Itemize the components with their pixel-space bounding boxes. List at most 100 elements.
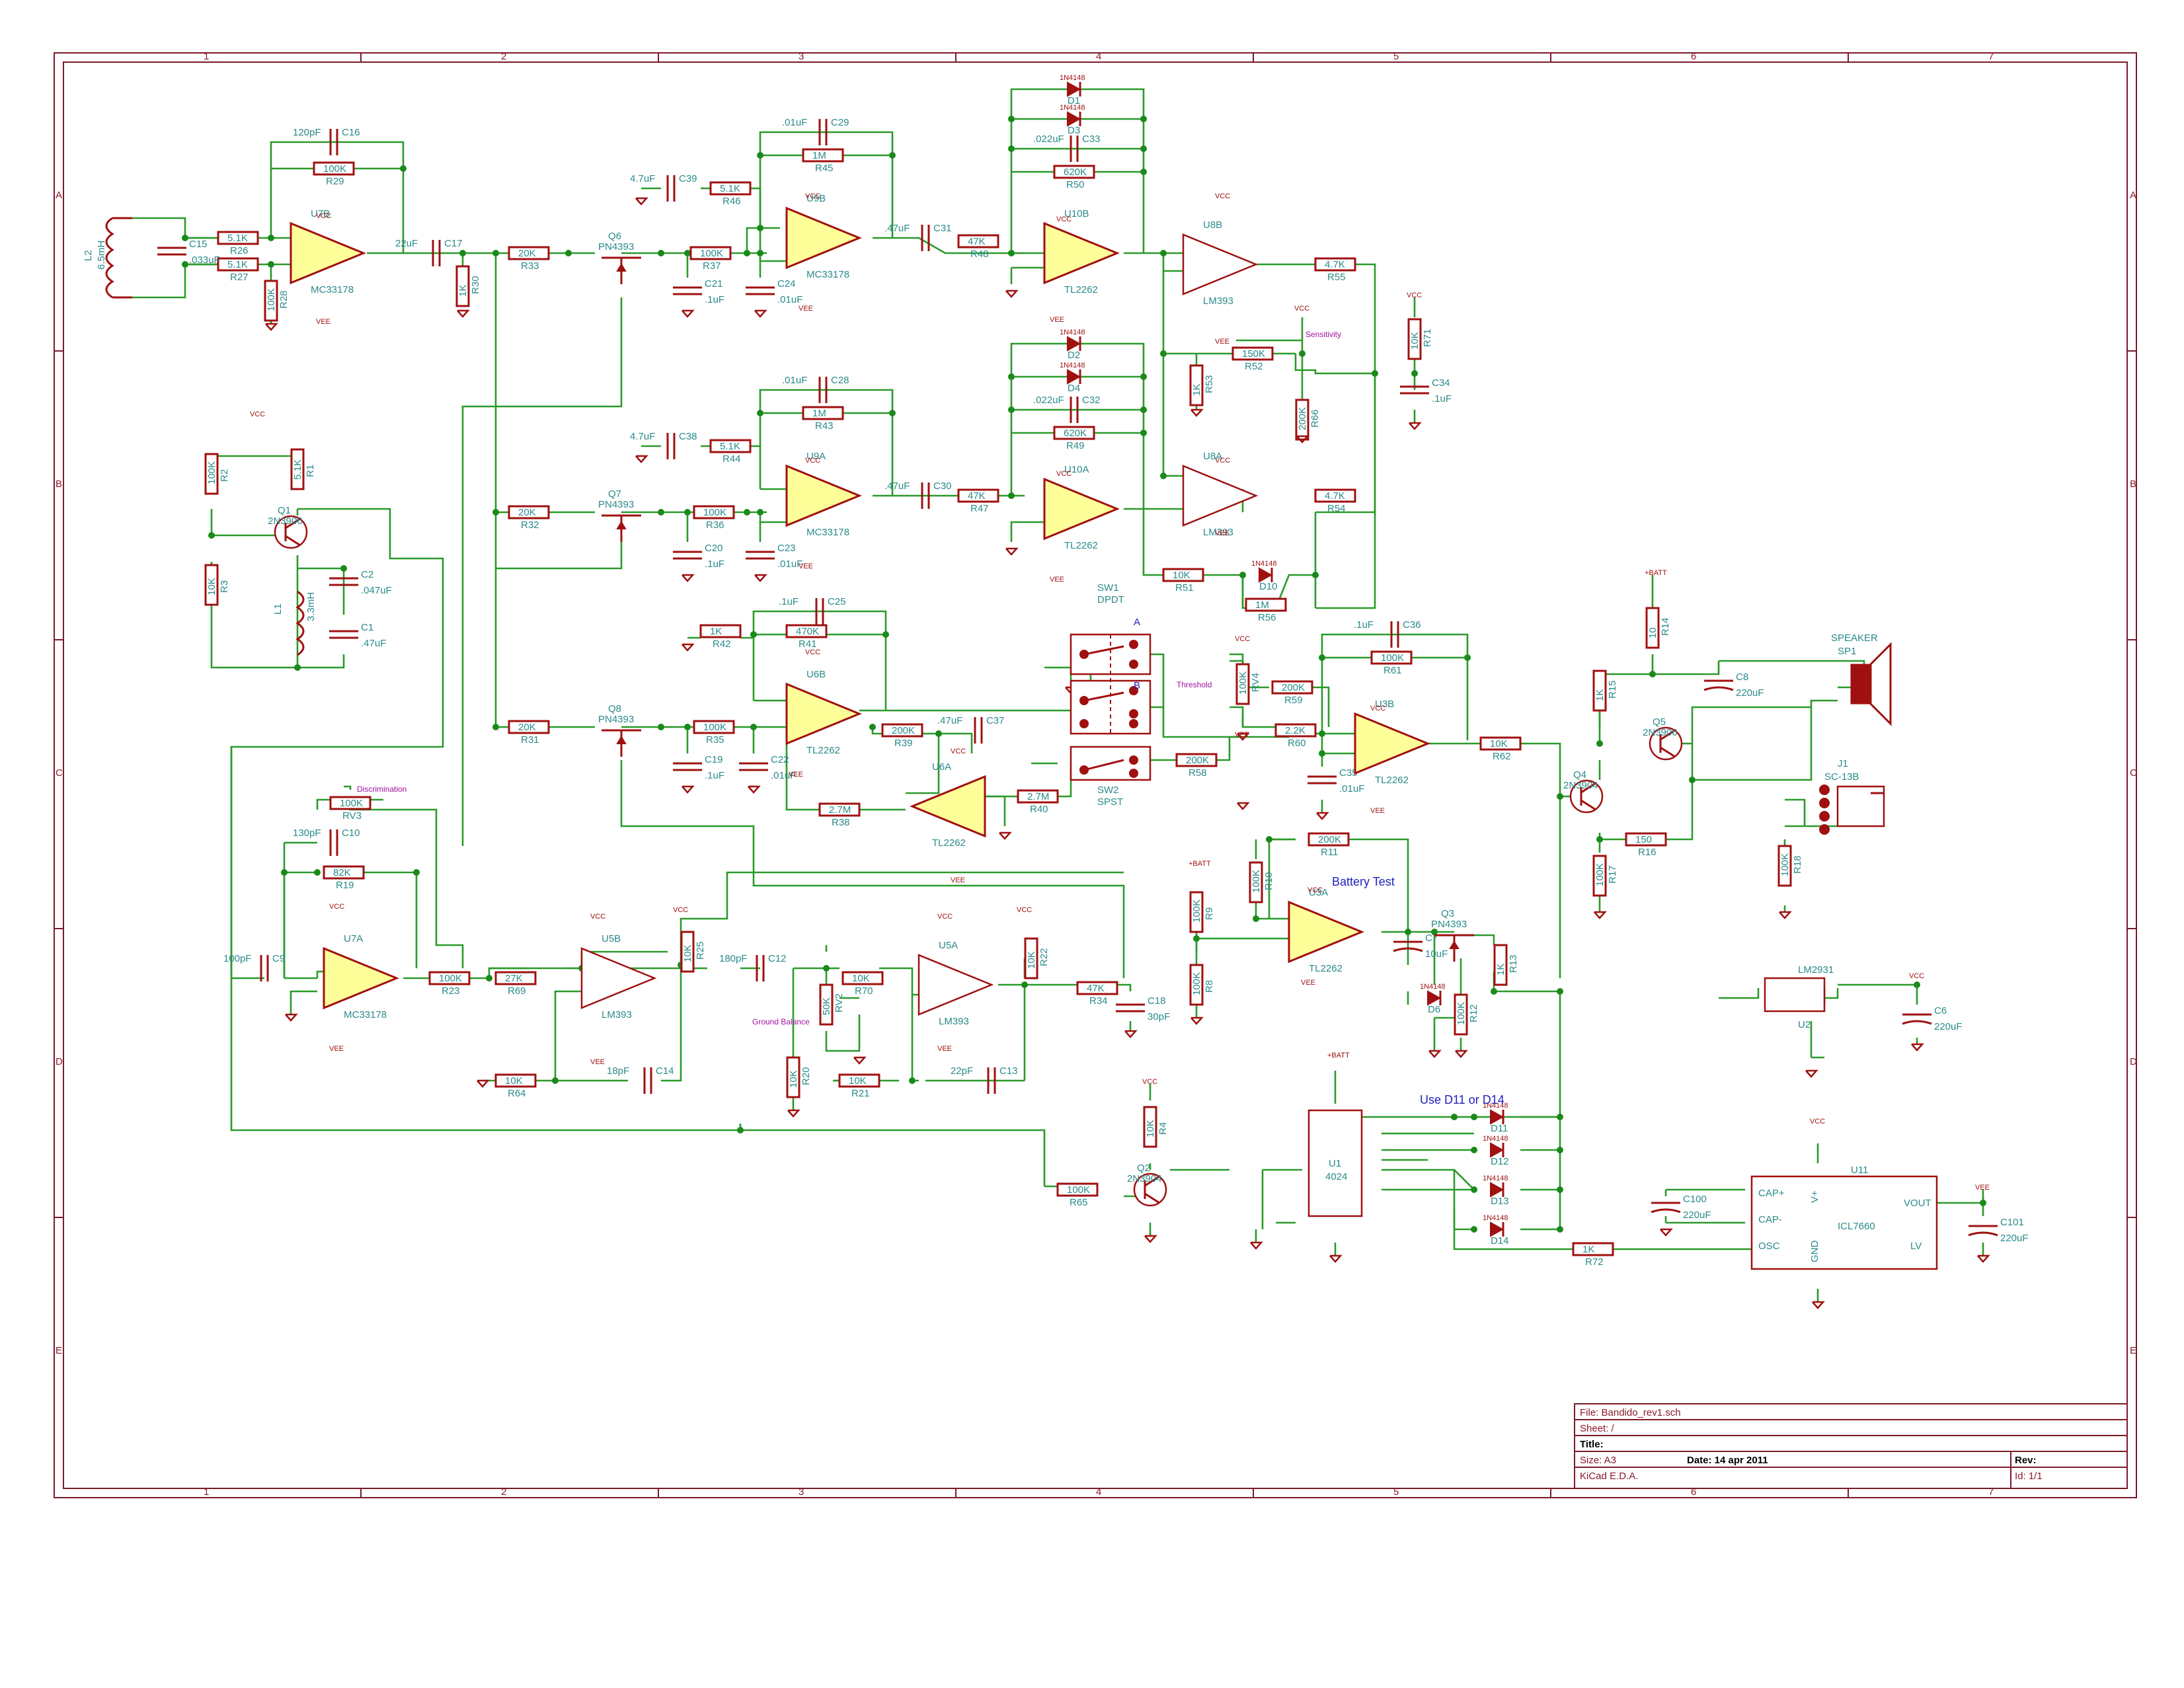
- resistor-R32: 20KR32: [508, 505, 550, 531]
- sw1-pole-a: A: [1134, 617, 1140, 628]
- resistor-R34: 47KR34: [1076, 981, 1118, 1007]
- resistor-value: 100K: [1067, 1184, 1090, 1196]
- resistor-ref: R22: [1038, 948, 1050, 966]
- resistor-R39: 200K R39: [881, 723, 923, 749]
- transistor-Q4: Q42N3904: [1563, 769, 1604, 814]
- u11-pin-vout: VOUT: [1904, 1198, 1931, 1209]
- capacitor-ref: C25: [828, 596, 846, 607]
- transistor-ref: Q5: [1653, 716, 1666, 728]
- capacitor-value: 130pF: [293, 827, 321, 839]
- switch-SW1[interactable]: SW1 DPDT A B: [1070, 582, 1151, 735]
- rail-label: VEE: [329, 1045, 344, 1053]
- resistor-ref: R43: [815, 420, 834, 432]
- resistor-R62: 10KR62: [1479, 736, 1522, 762]
- resistor-ref: R69: [508, 985, 526, 997]
- resistor-R70: 10KR70: [841, 971, 884, 997]
- resistor-value: 50K: [821, 997, 832, 1015]
- diode-value: 1N4148: [1483, 1174, 1508, 1182]
- resistor-value: 10K: [849, 1075, 867, 1087]
- transistor-value: 2N3904: [1127, 1173, 1162, 1184]
- resistor-R52: 150KR52: [1231, 346, 1274, 372]
- resistor-R50: 620KR50: [1053, 165, 1095, 190]
- capacitor-C100: C100 220uF: [1651, 1194, 1711, 1221]
- capacitor-value: 220uF: [1736, 687, 1764, 699]
- capacitor-value: 4.7uF: [630, 173, 655, 184]
- resistor-value: 10K: [505, 1075, 523, 1087]
- resistor-ref: R31: [521, 734, 539, 746]
- resistor-R41: 470KR41: [785, 624, 828, 650]
- capacitor-C20: C20 .1uF: [673, 543, 724, 570]
- col-label: 4: [1096, 51, 1101, 62]
- opamp-U3A: U3ATL2262: [1288, 887, 1364, 974]
- row-label: A: [56, 190, 62, 201]
- capacitor-ref: C28: [831, 375, 849, 386]
- sw1-value: DPDT: [1097, 594, 1124, 605]
- resistor-R59: 200K R59: [1271, 680, 1313, 706]
- transistor-Q5: Q52N3906: [1643, 716, 1683, 761]
- resistor-R18: 100K R18: [1777, 845, 1803, 887]
- opamp-U3B: U3BTL2262: [1354, 699, 1430, 786]
- resistor-value: 10K: [1490, 738, 1508, 749]
- tool-label: KiCad E.D.A.: [1580, 1471, 1638, 1482]
- resistor-value: 5.1K: [720, 441, 740, 452]
- l2-value: 6.5mH: [96, 241, 107, 270]
- sw1-ref: SW1: [1097, 582, 1119, 594]
- capacitor-C28: C28 .01uF: [782, 375, 849, 403]
- capacitor-ref: C29: [831, 117, 849, 128]
- diode-ref: D10: [1259, 581, 1278, 592]
- resistor-value: 150K: [1242, 348, 1265, 360]
- opamp-value: LM393: [939, 1016, 969, 1027]
- rev-label: Rev:: [2015, 1455, 2037, 1466]
- resistor-R20: 10K R20: [786, 1056, 812, 1098]
- sw2-ref: SW2: [1097, 785, 1119, 796]
- opamp-value: MC33178: [311, 284, 354, 295]
- switch-SW2[interactable]: SW2 SPST: [1070, 746, 1151, 808]
- resistor-R16: 150R16: [1625, 832, 1667, 858]
- opamp-U8B: U8B LM393: [1182, 219, 1259, 307]
- diode-ref: D6: [1428, 1004, 1440, 1015]
- resistor-value: 20K: [518, 507, 536, 518]
- opamp-value: TL2262: [806, 745, 840, 756]
- resistor-value: 470K: [796, 626, 819, 637]
- u11-pin-gnd: GND: [1809, 1241, 1820, 1263]
- ground-icon: [1144, 1235, 1157, 1243]
- resistor-ref: R17: [1607, 865, 1618, 884]
- resistor-value: 2.2K: [1285, 725, 1306, 736]
- row-label: D: [2130, 1056, 2137, 1067]
- resistor-value: 200K: [892, 725, 915, 736]
- diode-ref: D12: [1491, 1156, 1509, 1167]
- capacitor-value: .01uF: [1339, 783, 1364, 794]
- resistor-ref: R71: [1422, 328, 1433, 347]
- capacitor-ref: C19: [705, 754, 723, 765]
- capacitor-C22: C22.01uF: [739, 754, 796, 781]
- threshold-note: Threshold: [1177, 680, 1212, 689]
- resistor-value: 10K: [1145, 1120, 1156, 1137]
- ground-icon: [748, 785, 761, 794]
- discrimination-note: Discrimination: [357, 785, 407, 794]
- resistor-value: 620K: [1064, 167, 1087, 178]
- transistor-ref: Q1: [278, 505, 291, 516]
- capacitor-C2: C2 .047uF: [329, 569, 392, 596]
- resistor-value: 10K: [852, 973, 870, 984]
- ground-icon: [682, 785, 695, 794]
- capacitor-ref: C36: [1403, 619, 1421, 631]
- id-label: Id: 1/1: [2015, 1471, 2043, 1482]
- resistor-RV3: 100KRV3: [329, 796, 371, 822]
- u11-pin-osc: OSC: [1758, 1241, 1780, 1252]
- capacitor-C32: C32 .022uF: [1033, 395, 1101, 423]
- capacitor-C33: C33 .022uF: [1033, 134, 1101, 162]
- resistor-R26: 5.1KR26: [217, 231, 259, 256]
- date-label: Date: 14 apr 2011: [1687, 1455, 1768, 1466]
- capacitor-value: .47uF: [937, 715, 962, 726]
- resistor-group: 5.1KR265.1KR27100K R28100KR291K R3020KR331…: [204, 148, 1803, 1268]
- capacitor-ref: C9: [272, 953, 285, 964]
- resistor-value: 100K: [1381, 652, 1404, 664]
- resistor-value: 2.7M: [1027, 791, 1049, 802]
- resistor-R37: 100KR37: [689, 246, 732, 272]
- opamp-value: TL2262: [932, 837, 966, 849]
- capacitor-ref: C22: [771, 754, 789, 765]
- rail-label: VEE: [1975, 1184, 1990, 1192]
- rail-label: VCC: [1235, 635, 1250, 643]
- capacitor-value: 220uF: [1683, 1209, 1711, 1221]
- resistor-ref: R48: [970, 249, 989, 260]
